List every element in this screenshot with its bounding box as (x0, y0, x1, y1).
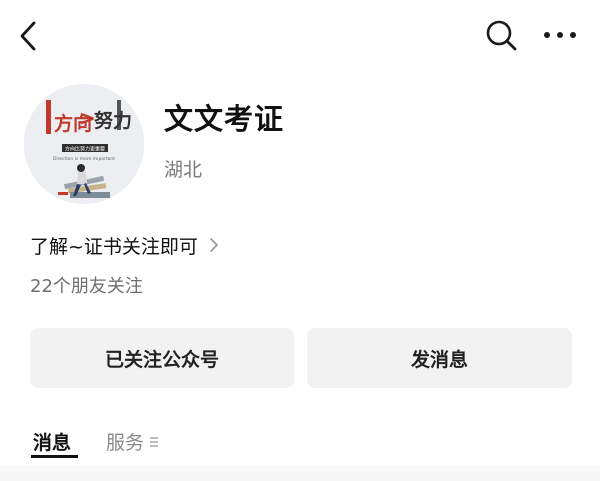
menu-icon (150, 436, 159, 447)
back-button[interactable] (14, 18, 46, 54)
followed-account-button[interactable]: 已关注公众号 (30, 328, 294, 388)
send-message-label: 发消息 (410, 348, 468, 371)
tab-services-label: 服务 (106, 432, 145, 454)
avatar-right-word: 努力 (94, 109, 132, 132)
followed-account-label: 已关注公众号 (104, 348, 219, 371)
avatar-image: 方向 > 努力 方向比努力更重要 Direction is more impor… (24, 84, 144, 204)
tab-messages[interactable]: 消息 (33, 428, 71, 455)
avatar-banner: 方向比努力更重要 (65, 146, 105, 153)
chevron-right-icon (210, 238, 218, 252)
account-region: 湖北 (164, 159, 203, 181)
chevron-left-icon (20, 21, 36, 51)
more-horizontal-icon (544, 32, 576, 38)
account-name: 文文考证 (164, 102, 285, 136)
send-message-button[interactable]: 发消息 (307, 328, 572, 388)
intro-link[interactable]: 了解~证书关注即可 (30, 230, 220, 260)
friends-following-count[interactable]: 22个朋友关注 (30, 272, 143, 298)
search-button[interactable] (484, 18, 518, 52)
content-area-edge (0, 466, 600, 481)
search-icon (486, 20, 517, 51)
tab-services[interactable]: 服务 (106, 428, 159, 455)
active-tab-indicator (31, 455, 78, 458)
intro-text: 了解~证书关注即可 (30, 235, 198, 258)
more-button[interactable] (540, 20, 580, 50)
avatar[interactable]: 方向 > 努力 方向比努力更重要 Direction is more impor… (24, 84, 144, 204)
top-bar (0, 0, 600, 72)
avatar-tagline: Direction is more important (53, 156, 115, 162)
